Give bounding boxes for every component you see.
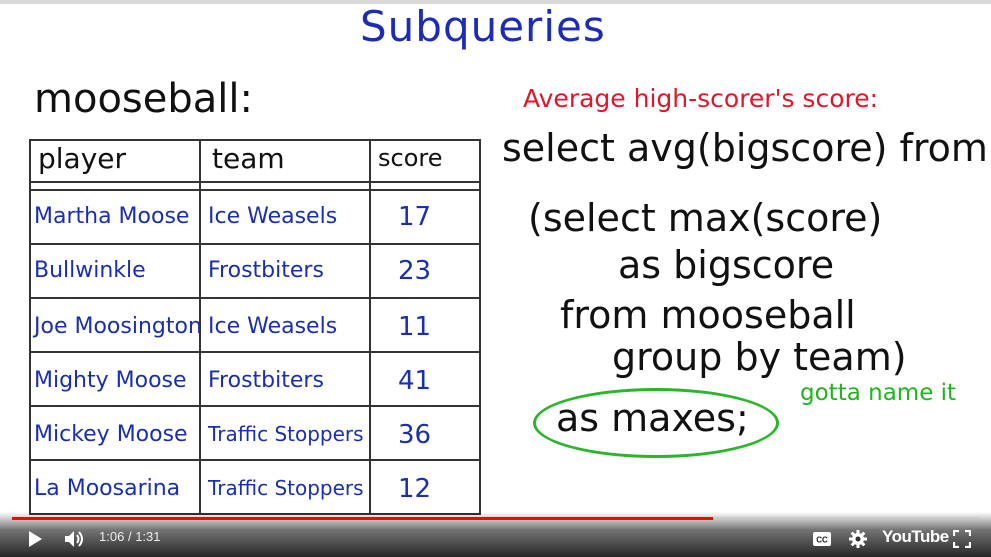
- captions-button[interactable]: CC: [810, 525, 834, 553]
- row-1-team: Ice Weasels: [208, 204, 338, 229]
- row-4-player: Mighty Moose: [34, 368, 187, 393]
- youtube-logo[interactable]: YouTube: [882, 527, 949, 547]
- time-separator: /: [127, 529, 132, 544]
- play-button[interactable]: [22, 525, 48, 553]
- settings-icon: [849, 530, 867, 548]
- progress-bar[interactable]: [12, 517, 979, 520]
- time-display: 1:06 / 1:31: [99, 529, 161, 544]
- row-1-player: Martha Moose: [34, 204, 190, 229]
- current-time: 1:06: [99, 529, 125, 544]
- row-3-score: 11: [398, 312, 432, 342]
- fullscreen-button[interactable]: [950, 525, 974, 553]
- row-6-player: La Moosarina: [34, 476, 181, 501]
- row-6-team: Traffic Stoppers: [208, 476, 364, 500]
- row-1-score: 17: [398, 202, 432, 232]
- sql-line-2: (select max(score): [528, 196, 883, 240]
- row-2-team: Frostbiters: [208, 258, 324, 283]
- mooseball-table: player team score Martha Moose Ice Wease…: [28, 138, 483, 516]
- sql-line-3: as bigscore: [618, 243, 835, 287]
- volume-icon: [65, 531, 83, 547]
- row-4-team: Frostbiters: [208, 368, 324, 393]
- row-5-team: Traffic Stoppers: [208, 422, 364, 446]
- row-2-score: 23: [398, 256, 432, 286]
- fullscreen-icon: [953, 530, 971, 548]
- sql-line-6: as maxes;: [556, 396, 749, 440]
- row-3-team: Ice Weasels: [208, 314, 338, 339]
- row-3-player: Joe Moosington: [34, 314, 202, 339]
- captions-icon: CC: [813, 532, 831, 546]
- row-2-player: Bullwinkle: [34, 258, 146, 283]
- row-5-score: 36: [398, 420, 432, 450]
- progress-fill: [12, 517, 714, 520]
- play-icon: [29, 531, 42, 547]
- header-player: player: [38, 142, 127, 175]
- sql-line-1: select avg(bigscore) from: [502, 126, 988, 170]
- row-5-player: Mickey Moose: [34, 422, 188, 447]
- note-green: gotta name it: [800, 380, 957, 406]
- svg-text:CC: CC: [816, 536, 828, 545]
- row-4-score: 41: [398, 366, 432, 396]
- settings-button[interactable]: [846, 525, 870, 553]
- header-team: team: [212, 142, 285, 175]
- sql-line-4: from mooseball: [560, 293, 856, 337]
- note-red: Average high-scorer's score:: [523, 84, 879, 113]
- sql-line-5: group by team): [612, 335, 907, 379]
- row-6-score: 12: [398, 474, 432, 504]
- table-name: mooseball:: [34, 76, 253, 122]
- duration: 1:31: [135, 529, 161, 544]
- slide-title: Subqueries: [360, 2, 606, 51]
- header-score: score: [378, 144, 443, 172]
- volume-button[interactable]: [62, 525, 88, 553]
